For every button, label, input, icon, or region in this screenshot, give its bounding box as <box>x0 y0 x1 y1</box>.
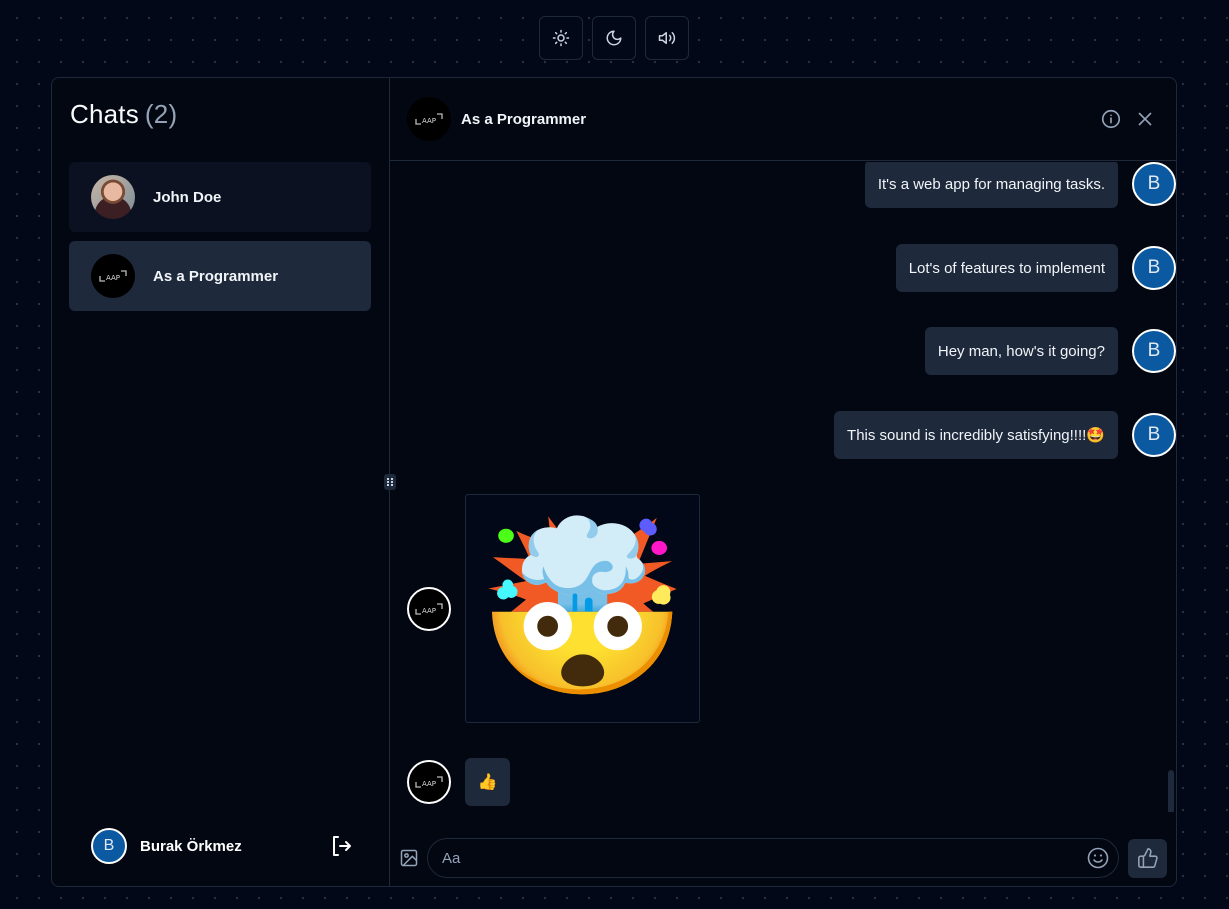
close-button[interactable] <box>1134 108 1156 130</box>
smile-icon <box>1087 847 1109 869</box>
svg-text:AAP: AAP <box>422 117 436 125</box>
logout-icon <box>333 836 351 856</box>
sender-avatar: B <box>1132 162 1176 206</box>
message-outgoing: Lot's of features to implement B <box>895 244 1176 292</box>
chat-header: AAP As a Programmer <box>390 78 1176 161</box>
chat-list: John Doe AAP As a Programmer <box>69 162 371 311</box>
send-like-button[interactable] <box>1128 838 1167 878</box>
message-incoming: AAP 👍 <box>407 758 510 806</box>
top-controls <box>539 16 689 60</box>
chat-item-john-doe[interactable]: John Doe <box>69 162 371 232</box>
message-outgoing: This sound is incredibly satisfying!!!!🤩… <box>834 411 1176 459</box>
user-name: Burak Örkmez <box>140 837 242 855</box>
chat-title: As a Programmer <box>461 110 587 128</box>
scrollbar[interactable] <box>1168 770 1174 812</box>
sender-avatar: B <box>1132 329 1176 373</box>
message-input-wrapper <box>427 838 1119 878</box>
aap-logo-icon: AAP <box>91 254 135 298</box>
message-bubble: It's a web app for managing tasks. <box>864 162 1118 208</box>
aap-logo-icon: AAP <box>407 586 451 631</box>
close-icon <box>1138 112 1152 126</box>
message-list: It's a web app for managing tasks. B Lot… <box>390 162 1176 812</box>
info-button[interactable] <box>1100 108 1122 130</box>
user-avatar: B <box>91 828 127 864</box>
sidebar-title: Chats (2) <box>70 99 177 130</box>
grip-icon <box>387 478 393 486</box>
chat-item-name: As a Programmer <box>153 267 279 285</box>
light-theme-button[interactable] <box>539 16 583 60</box>
chat-panel: AAP As a Programmer It's a web app for m… <box>390 78 1176 886</box>
svg-text:AAP: AAP <box>422 607 436 615</box>
chat-item-name: John Doe <box>153 188 222 206</box>
message-bubble: This sound is incredibly satisfying!!!!🤩 <box>834 411 1118 459</box>
sender-avatar: B <box>1132 413 1176 457</box>
aap-logo-icon: AAP <box>407 97 451 141</box>
message-input[interactable] <box>442 849 1086 867</box>
sticker-exploding-head: 🤯 <box>465 494 700 723</box>
message-bubble: Hey man, how's it going? <box>924 327 1118 375</box>
dark-theme-button[interactable] <box>592 16 636 60</box>
current-user: B Burak Örkmez <box>91 828 353 864</box>
moon-icon <box>606 30 622 46</box>
sidebar: Chats (2) John Doe AAP As a Programmer B … <box>52 78 390 886</box>
sender-avatar: B <box>1132 246 1176 290</box>
message-outgoing: It's a web app for managing tasks. B <box>864 162 1176 208</box>
chat-app-window: Chats (2) John Doe AAP As a Programmer B … <box>51 77 1177 887</box>
svg-text:AAP: AAP <box>106 274 120 282</box>
message-composer <box>390 836 1176 880</box>
info-icon <box>1101 109 1121 129</box>
chat-count: (2) <box>144 99 178 129</box>
sun-icon <box>552 29 570 47</box>
attach-image-button[interactable] <box>399 848 419 868</box>
volume-icon <box>658 32 676 44</box>
thumbs-up-icon <box>1137 848 1158 868</box>
image-icon <box>400 849 418 867</box>
sidebar-title-label: Chats <box>70 99 139 129</box>
emoji-button[interactable] <box>1086 846 1110 870</box>
header-actions <box>1100 108 1156 130</box>
message-outgoing: Hey man, how's it going? B <box>924 327 1176 375</box>
avatar <box>91 175 135 219</box>
svg-text:AAP: AAP <box>422 780 436 788</box>
message-bubble: Lot's of features to implement <box>895 244 1118 292</box>
aap-logo-icon: AAP <box>407 760 451 804</box>
logout-button[interactable] <box>329 834 353 858</box>
sound-toggle-button[interactable] <box>645 16 689 60</box>
chat-item-as-a-programmer[interactable]: AAP As a Programmer <box>69 241 371 311</box>
thumbs-up-message: 👍 <box>465 758 510 806</box>
resize-handle[interactable] <box>384 474 396 490</box>
message-incoming: AAP 🤯 <box>407 494 700 723</box>
